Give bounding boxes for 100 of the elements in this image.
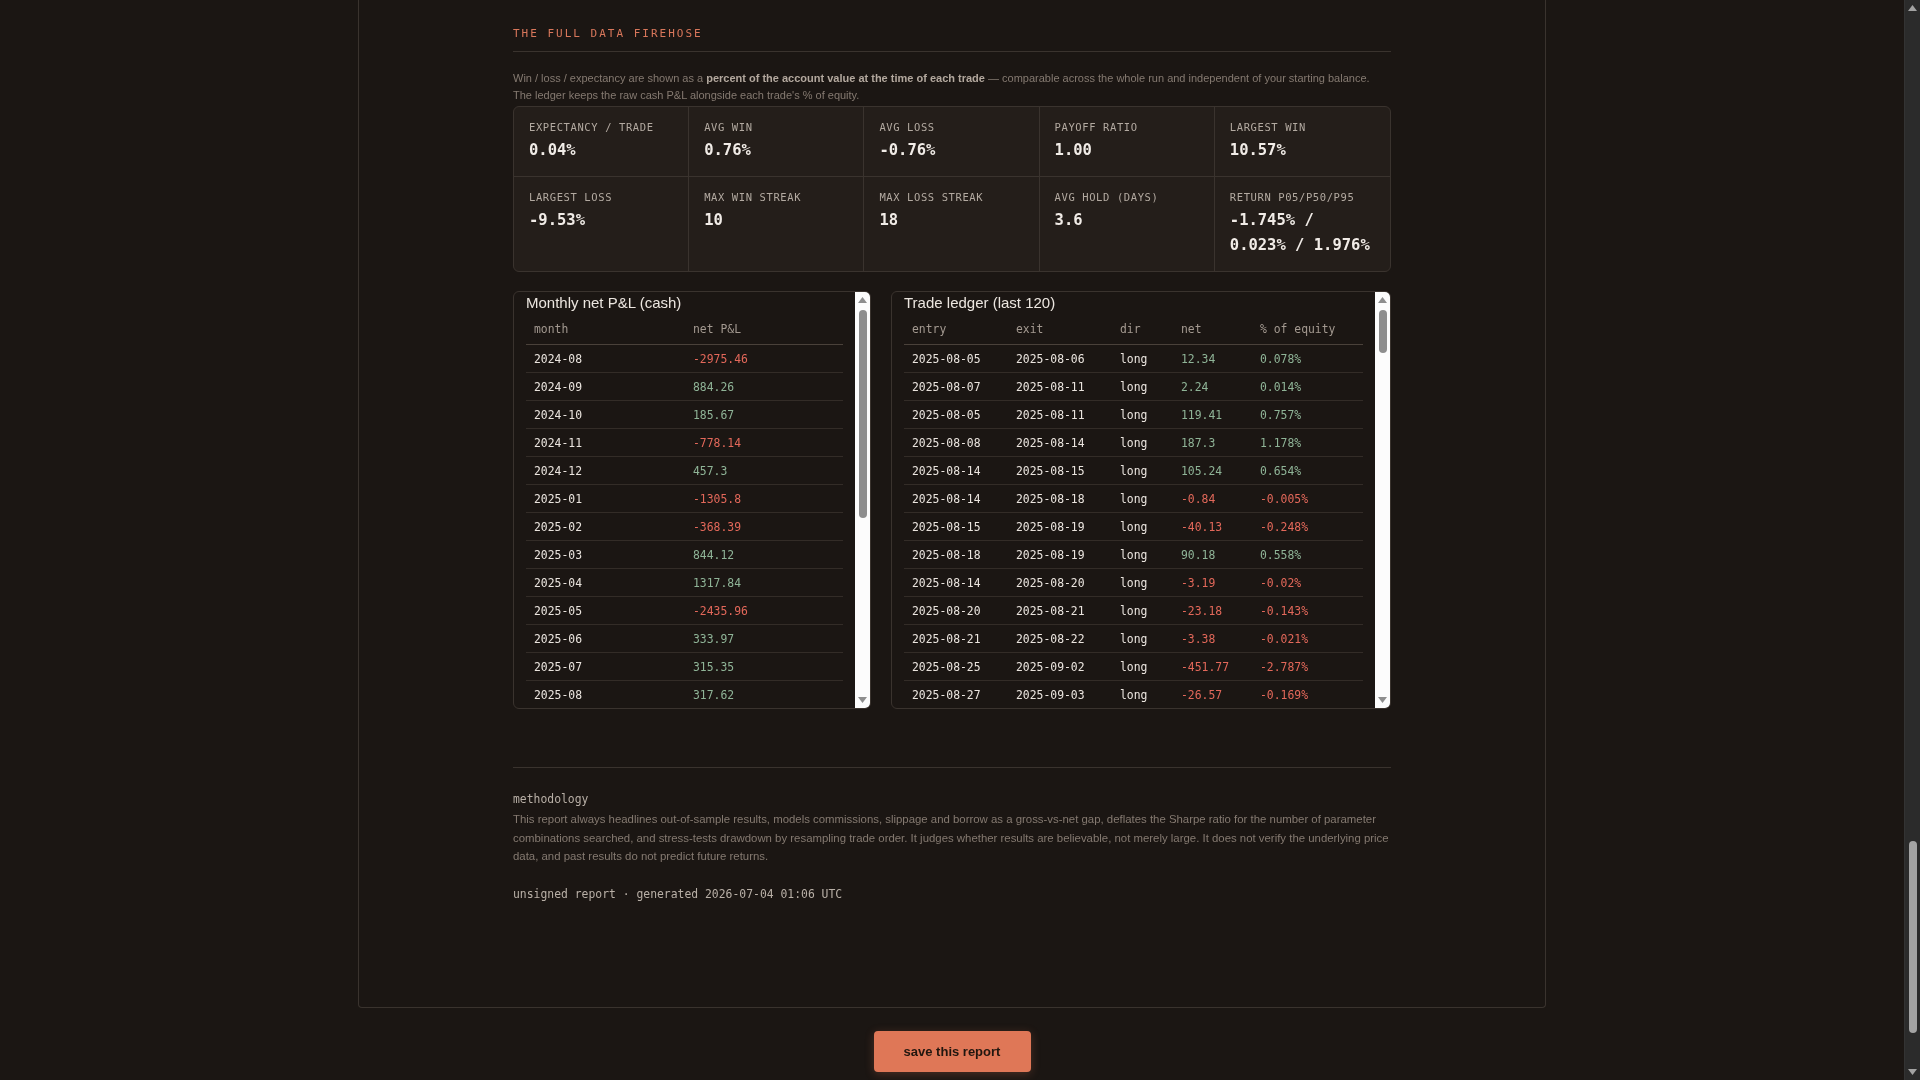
table-cell: long (1112, 456, 1173, 485)
table-cell: 2025-08-21 (904, 624, 1008, 653)
table-cell: 2025-05 (526, 596, 685, 625)
stat-label: LARGEST WIN (1229, 120, 1307, 134)
table-cell: long (1112, 512, 1173, 541)
methodology-text: This report always headlines out-of-sample results, models commissions, slippage and borrow as a gross-vs-net gap, deflates the Sharpe ratio for the number of parameter combinations searched, and stress-tests drawdown by resampling trade order. It judges whether results are believable, not merely large. It does not verify the underlying price data, and past results do not predict future returns. (513, 812, 1390, 864)
table-cell: -0.169% (1252, 680, 1363, 708)
stat-value: -9.53% (529, 210, 586, 231)
stat-value: 18 (879, 210, 900, 231)
table-cell: 2025-04 (526, 568, 685, 597)
table-cell: -23.18 (1173, 596, 1252, 625)
table-cell: -368.39 (685, 512, 843, 541)
table-cell: 2025-07 (526, 652, 685, 681)
table-cell: long (1112, 652, 1173, 681)
table-cell: -2435.96 (685, 596, 843, 625)
scrollbar[interactable] (1375, 292, 1390, 708)
stat-label: AVG LOSS (879, 120, 936, 134)
table-cell: long (1112, 568, 1173, 597)
table-cell: 185.67 (685, 400, 843, 429)
table-cell: 2025-08-05 (904, 400, 1008, 429)
table-cell: 2024-12 (526, 456, 685, 485)
table-cell: 2024-08 (526, 344, 685, 373)
table-cell: -1305.8 (685, 484, 843, 513)
section-heading: THE FULL DATA FIREHOSE (513, 27, 1391, 52)
table-cell: 2025-09-03 (1008, 680, 1112, 708)
scroll-up-icon[interactable] (1908, 5, 1917, 11)
table-cell: -451.77 (1173, 652, 1252, 681)
stat-label: LARGEST LOSS (529, 190, 614, 204)
column-header: exit (1008, 314, 1112, 345)
table-cell: 2025-08-11 (1008, 400, 1112, 429)
scroll-up-icon[interactable] (1378, 297, 1387, 303)
table-cell: 315.35 (685, 652, 843, 681)
table-cell: 457.3 (685, 456, 843, 485)
table-cell: 844.12 (685, 540, 843, 569)
table-cell: long (1112, 484, 1173, 513)
table-cell: 2025-08-08 (904, 428, 1008, 457)
panel-title: Trade ledger (last 120) (904, 293, 1057, 313)
table-cell: 2024-10 (526, 400, 685, 429)
methodology-heading: methodology (513, 791, 590, 807)
column-header: month (526, 314, 685, 345)
table-cell: 2025-08-20 (1008, 568, 1112, 597)
table-cell: long (1112, 596, 1173, 625)
table-cell: 2025-08-25 (904, 652, 1008, 681)
stat-value: 3.6 (1054, 210, 1084, 231)
scroll-down-icon[interactable] (858, 697, 867, 703)
stat-value: 1.00 (1054, 140, 1093, 161)
table-cell: 2025-08-15 (904, 512, 1008, 541)
table-cell: -0.005% (1252, 484, 1363, 513)
table-cell: 2025-08-14 (904, 484, 1008, 513)
table-cell: 2025-08-06 (1008, 344, 1112, 373)
stat-label: AVG WIN (704, 120, 754, 134)
scroll-down-icon[interactable] (1908, 1069, 1917, 1075)
stat-value: 0.76% (704, 140, 752, 161)
table-cell: 105.24 (1173, 456, 1252, 485)
table-cell: 2025-08-14 (904, 568, 1008, 597)
table-cell: 884.26 (685, 372, 843, 401)
scrollbar-thumb[interactable] (1378, 310, 1387, 353)
column-header: dir (1112, 314, 1173, 345)
stat-label: MAX LOSS STREAK (879, 190, 985, 204)
table-cell: 2025-08-14 (1008, 428, 1112, 457)
table-cell: 0.558% (1252, 540, 1363, 569)
table-cell: 90.18 (1173, 540, 1252, 569)
table-cell: 2024-11 (526, 428, 685, 457)
stat-label: RETURN P05/P50/P95 (1229, 190, 1356, 204)
table-cell: 2025-06 (526, 624, 685, 653)
stat-label: EXPECTANCY / TRADE (529, 120, 655, 134)
table-cell: 2025-08 (526, 680, 685, 708)
table-cell: 2.24 (1173, 372, 1252, 401)
table-cell: 2025-08-21 (1008, 596, 1112, 625)
table-cell: 1.178% (1252, 428, 1363, 457)
table-cell: -2.787% (1252, 652, 1363, 681)
table-cell: 2025-08-19 (1008, 540, 1112, 569)
table-cell: long (1112, 428, 1173, 457)
table-cell: 187.3 (1173, 428, 1252, 457)
scrollbar-thumb[interactable] (1908, 841, 1917, 1033)
table-cell: -2975.46 (685, 344, 843, 373)
table-cell: 0.078% (1252, 344, 1363, 373)
scrollbar-thumb[interactable] (858, 310, 867, 518)
stat-label: MAX WIN STREAK (704, 190, 803, 204)
scrollbar[interactable] (855, 292, 870, 708)
table-cell: 0.014% (1252, 372, 1363, 401)
table-cell: 317.62 (685, 680, 843, 708)
save-report-button[interactable]: save this report (873, 1030, 1031, 1072)
table-cell: 0.757% (1252, 400, 1363, 429)
stat-value: 10 (704, 210, 724, 231)
table-cell: -26.57 (1173, 680, 1252, 708)
table-cell: -3.19 (1173, 568, 1252, 597)
table-cell: 12.34 (1173, 344, 1252, 373)
table-cell: -0.02% (1252, 568, 1363, 597)
table-cell: long (1112, 624, 1173, 653)
table-cell: 2024-09 (526, 372, 685, 401)
scroll-down-icon[interactable] (1378, 697, 1387, 703)
table-cell: 2025-08-22 (1008, 624, 1112, 653)
scroll-up-icon[interactable] (858, 297, 867, 303)
page-scrollbar[interactable] (1904, 0, 1920, 1080)
stat-label: AVG HOLD (DAYS) (1054, 190, 1160, 204)
column-header: net P&L (685, 314, 843, 345)
table-cell: 2025-09-02 (1008, 652, 1112, 681)
table-cell: -0.248% (1252, 512, 1363, 541)
column-header: net (1173, 314, 1252, 345)
